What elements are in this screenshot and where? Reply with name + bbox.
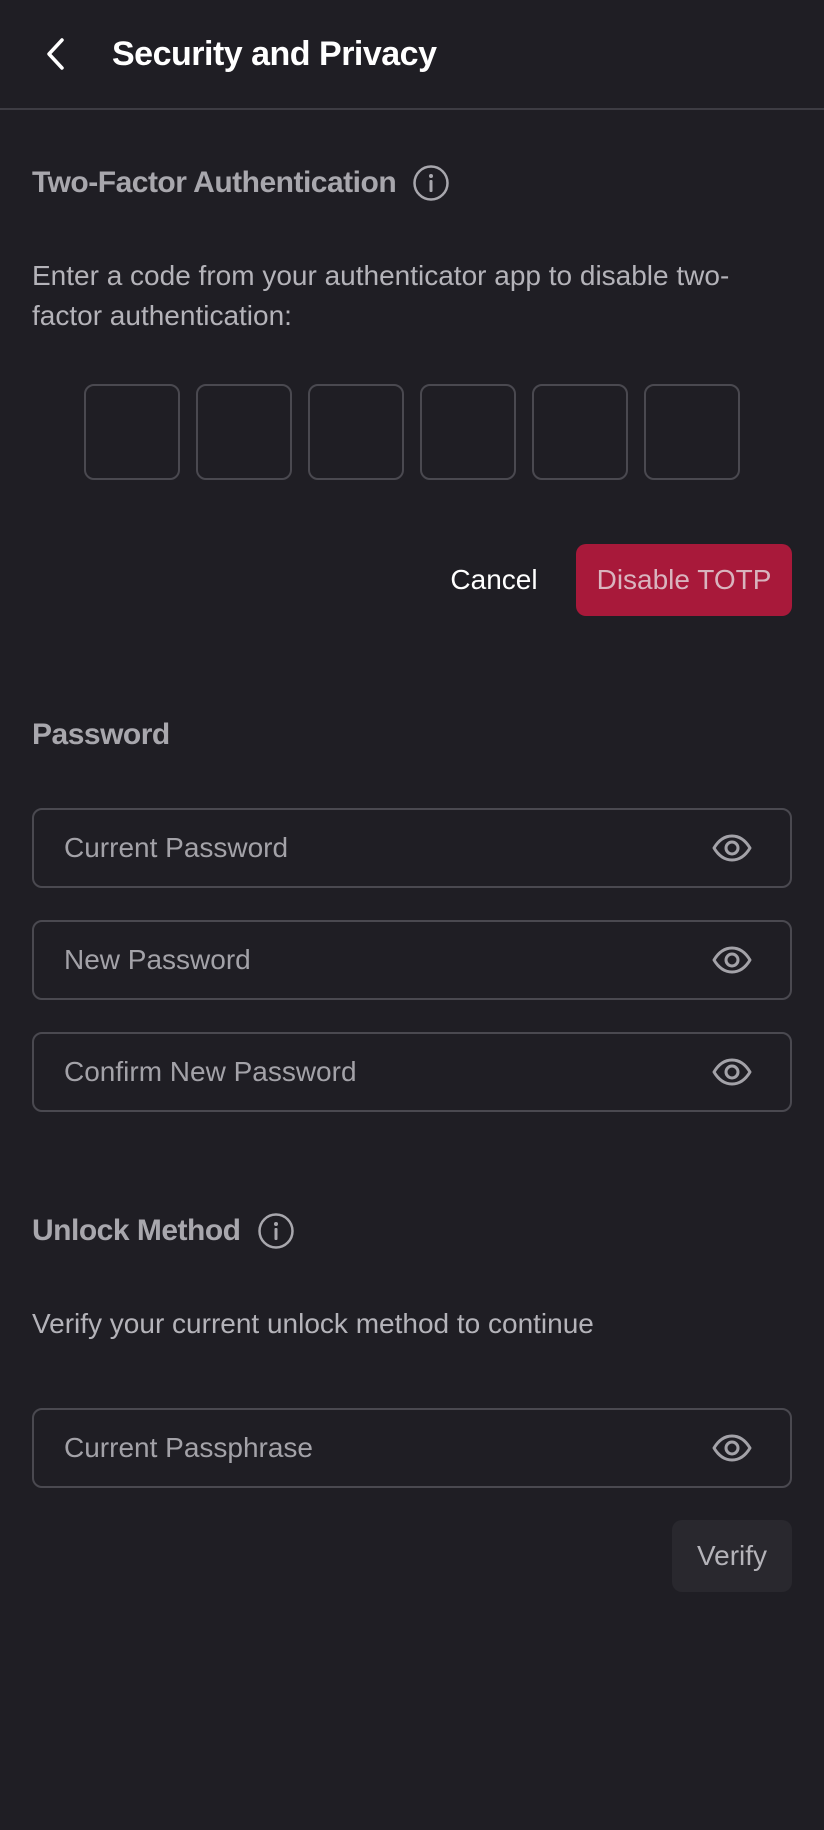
current-password-placeholder: Current Password [64, 832, 289, 863]
chevron-left-icon [47, 38, 64, 70]
eye-icon[interactable] [710, 1052, 754, 1092]
eye-icon[interactable] [710, 828, 754, 868]
current-passphrase-placeholder: Current Passphrase [64, 1432, 314, 1463]
password-title-label: Password [32, 718, 170, 751]
current-password-field[interactable]: Current Password [32, 808, 792, 888]
two-factor-section-title: Two-Factor Authentication [32, 163, 450, 203]
info-icon[interactable] [412, 164, 450, 202]
back-button[interactable] [32, 30, 80, 78]
current-passphrase-field[interactable]: Current Passphrase [32, 1408, 792, 1488]
password-section-title: Password [32, 715, 170, 755]
code-digit-input-5[interactable] [532, 384, 628, 480]
code-digit-input-2[interactable] [196, 384, 292, 480]
unlock-method-description: Verify your current unlock method to con… [32, 1308, 594, 1339]
code-digit-input-6[interactable] [644, 384, 740, 480]
eye-icon[interactable] [710, 940, 754, 980]
code-digit-input-1[interactable] [84, 384, 180, 480]
two-factor-title-label: Two-Factor Authentication [32, 166, 397, 199]
verify-button[interactable]: Verify [672, 1520, 792, 1592]
page-title: Security and Privacy [112, 35, 437, 73]
confirm-password-placeholder: Confirm New Password [64, 1056, 357, 1087]
cancel-button[interactable]: Cancel [436, 544, 552, 616]
eye-icon[interactable] [710, 1428, 754, 1468]
app-header: Security and Privacy [0, 0, 824, 110]
code-digit-input-3[interactable] [308, 384, 404, 480]
unlock-method-title-label: Unlock Method [32, 1214, 241, 1247]
totp-code-input [84, 384, 740, 480]
disable-totp-button[interactable]: Disable TOTP [576, 544, 792, 616]
two-factor-description: Enter a code from your authenticator app… [32, 260, 730, 331]
info-icon[interactable] [257, 1212, 295, 1250]
new-password-field[interactable]: New Password [32, 920, 792, 1000]
confirm-password-field[interactable]: Confirm New Password [32, 1032, 792, 1112]
code-digit-input-4[interactable] [420, 384, 516, 480]
new-password-placeholder: New Password [64, 944, 251, 975]
unlock-method-section-title: Unlock Method [32, 1211, 295, 1251]
